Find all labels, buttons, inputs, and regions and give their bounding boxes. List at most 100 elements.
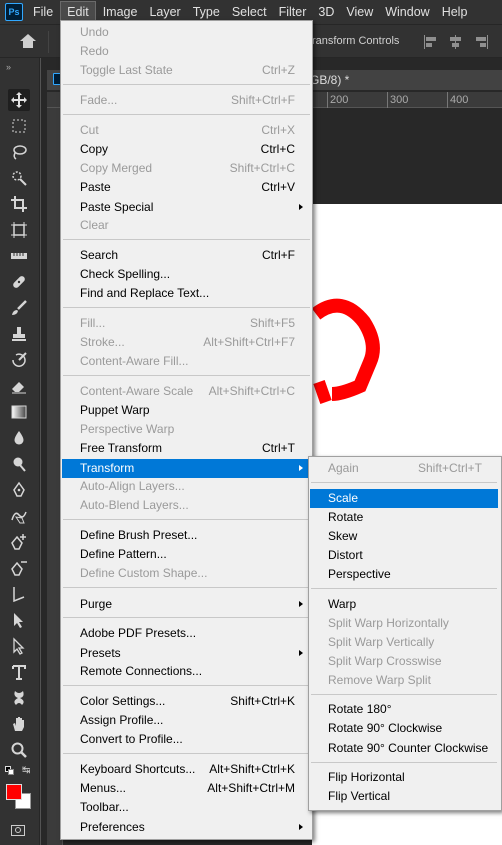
menu-item-flip-vertical[interactable]: Flip Vertical [310,787,498,806]
convert-point-tool-icon[interactable] [8,583,30,605]
menu-item-define-custom-shape[interactable]: Define Custom Shape... [62,564,311,583]
brush-tool-icon[interactable] [8,297,30,319]
menu-item-warp[interactable]: Warp [310,595,498,614]
lasso-tool-icon[interactable] [8,141,30,163]
default-colors-icon[interactable] [5,766,15,776]
menu-item-paste[interactable]: Paste Ctrl+V [62,178,311,197]
menu-item-rotate-90-ccw[interactable]: Rotate 90° Counter Clockwise [310,739,498,758]
menu-item-adobe-pdf-presets[interactable]: Adobe PDF Presets... [62,624,311,643]
menu-item-fade[interactable]: Fade... Shift+Ctrl+F [62,91,311,110]
menu-view[interactable]: View [340,0,379,24]
eraser-tool-icon[interactable] [8,375,30,397]
collapse-toolbar-icon[interactable]: » [6,62,11,72]
menu-item-content-aware-scale[interactable]: Content-Aware Scale Alt+Shift+Ctrl+C [62,382,311,401]
menu-item-label: Fill... [80,316,106,330]
spot-healing-brush-icon[interactable] [8,271,30,293]
delete-anchor-point-tool-icon[interactable] [8,557,30,579]
menu-item-remove-warp-split[interactable]: Remove Warp Split [310,671,498,690]
menu-item-transform[interactable]: Transform [62,459,311,478]
menu-item-undo[interactable]: Undo [62,23,311,42]
frame-tool-icon[interactable] [8,219,30,241]
quick-selection-tool-icon[interactable] [8,167,30,189]
menu-item-preferences[interactable]: Preferences [62,818,311,837]
menu-item-define-pattern[interactable]: Define Pattern... [62,545,311,564]
show-transform-controls-label[interactable]: ransform Controls [312,35,399,47]
menu-item-rotate[interactable]: Rotate [310,508,498,527]
move-tool-icon[interactable] [8,89,30,111]
align-horizontal-centers-icon[interactable] [449,35,463,49]
menu-item-distort[interactable]: Distort [310,546,498,565]
menu-item-search[interactable]: Search Ctrl+F [62,246,311,265]
path-selection-tool-icon[interactable] [8,609,30,631]
menu-item-split-warp-crosswise[interactable]: Split Warp Crosswise [310,652,498,671]
swap-colors-icon[interactable]: ↹ [22,765,30,776]
menu-3d[interactable]: 3D [312,0,340,24]
menu-item-redo[interactable]: Redo [62,42,311,61]
menu-item-menus[interactable]: Menus... Alt+Shift+Ctrl+M [62,779,311,798]
menu-item-copy-merged[interactable]: Copy Merged Shift+Ctrl+C [62,159,311,178]
zoom-tool-icon[interactable] [8,739,30,761]
menu-item-again[interactable]: Again Shift+Ctrl+T [310,459,498,478]
custom-shape-tool-icon[interactable] [8,687,30,709]
menu-item-toggle-last-state[interactable]: Toggle Last State Ctrl+Z [62,61,311,80]
menu-item-toolbar[interactable]: Toolbar... [62,798,311,817]
type-tool-icon[interactable] [8,661,30,683]
menu-item-split-warp-vertically[interactable]: Split Warp Vertically [310,633,498,652]
menu-item-perspective-warp[interactable]: Perspective Warp [62,420,311,439]
menu-item-copy[interactable]: Copy Ctrl+C [62,140,311,159]
menu-item-flip-horizontal[interactable]: Flip Horizontal [310,768,498,787]
menu-window[interactable]: Window [379,0,435,24]
freeform-pen-tool-icon[interactable] [8,505,30,527]
menu-item-define-brush-preset[interactable]: Define Brush Preset... [62,526,311,545]
gradient-tool-icon[interactable] [8,401,30,423]
clone-stamp-tool-icon[interactable] [8,323,30,345]
menu-help[interactable]: Help [436,0,474,24]
document-title: GB/8) * [310,73,350,87]
menu-item-remote-connections[interactable]: Remote Connections... [62,662,311,681]
hand-tool-icon[interactable] [8,713,30,735]
history-brush-tool-icon[interactable] [8,349,30,371]
menu-item-auto-align-layers[interactable]: Auto-Align Layers... [62,477,311,496]
menu-item-clear[interactable]: Clear [62,216,311,235]
menu-item-label: Presets [80,646,121,660]
menu-item-color-settings[interactable]: Color Settings... Shift+Ctrl+K [62,692,311,711]
marquee-tool-icon[interactable] [8,115,30,137]
foreground-color-swatch[interactable] [6,784,22,800]
menu-item-skew[interactable]: Skew [310,527,498,546]
menu-item-fill[interactable]: Fill... Shift+F5 [62,314,311,333]
menu-item-content-aware-fill[interactable]: Content-Aware Fill... [62,352,311,371]
menu-item-cut[interactable]: Cut Ctrl+X [62,121,311,140]
ruler-tool-icon[interactable] [8,245,30,267]
menu-item-split-warp-horizontally[interactable]: Split Warp Horizontally [310,614,498,633]
menu-item-label: Again [328,461,359,475]
menu-item-auto-blend-layers[interactable]: Auto-Blend Layers... [62,496,311,515]
menu-item-scale[interactable]: Scale [310,489,498,508]
menu-item-rotate-180[interactable]: Rotate 180° [310,700,498,719]
menu-item-keyboard-shortcuts[interactable]: Keyboard Shortcuts... Alt+Shift+Ctrl+K [62,760,311,779]
align-right-edges-icon[interactable] [474,35,488,49]
menu-item-puppet-warp[interactable]: Puppet Warp [62,401,311,420]
menu-item-convert-to-profile[interactable]: Convert to Profile... [62,730,311,749]
menu-item-rotate-90-cw[interactable]: Rotate 90° Clockwise [310,719,498,738]
align-left-edges-icon[interactable] [424,35,438,49]
blur-tool-icon[interactable] [8,427,30,449]
shortcut: Ctrl+F [262,248,295,262]
home-icon[interactable] [20,34,36,48]
add-anchor-point-tool-icon[interactable] [8,531,30,553]
menu-item-presets[interactable]: Presets [62,644,311,663]
menu-item-check-spelling[interactable]: Check Spelling... [62,265,311,284]
quick-mask-icon[interactable] [11,825,25,836]
direct-selection-tool-icon[interactable] [8,635,30,657]
menu-item-perspective[interactable]: Perspective [310,565,498,584]
menu-item-label: Undo [80,25,109,39]
dodge-tool-icon[interactable] [8,453,30,475]
menu-item-find-replace[interactable]: Find and Replace Text... [62,284,311,303]
pen-tool-icon[interactable] [8,479,30,501]
menu-item-free-transform[interactable]: Free Transform Ctrl+T [62,439,311,458]
menu-item-purge[interactable]: Purge [62,595,311,614]
menu-item-paste-special[interactable]: Paste Special [62,198,311,217]
menu-item-stroke[interactable]: Stroke... Alt+Shift+Ctrl+F7 [62,333,311,352]
crop-tool-icon[interactable] [8,193,30,215]
menu-file[interactable]: File [27,0,59,24]
menu-item-assign-profile[interactable]: Assign Profile... [62,711,311,730]
